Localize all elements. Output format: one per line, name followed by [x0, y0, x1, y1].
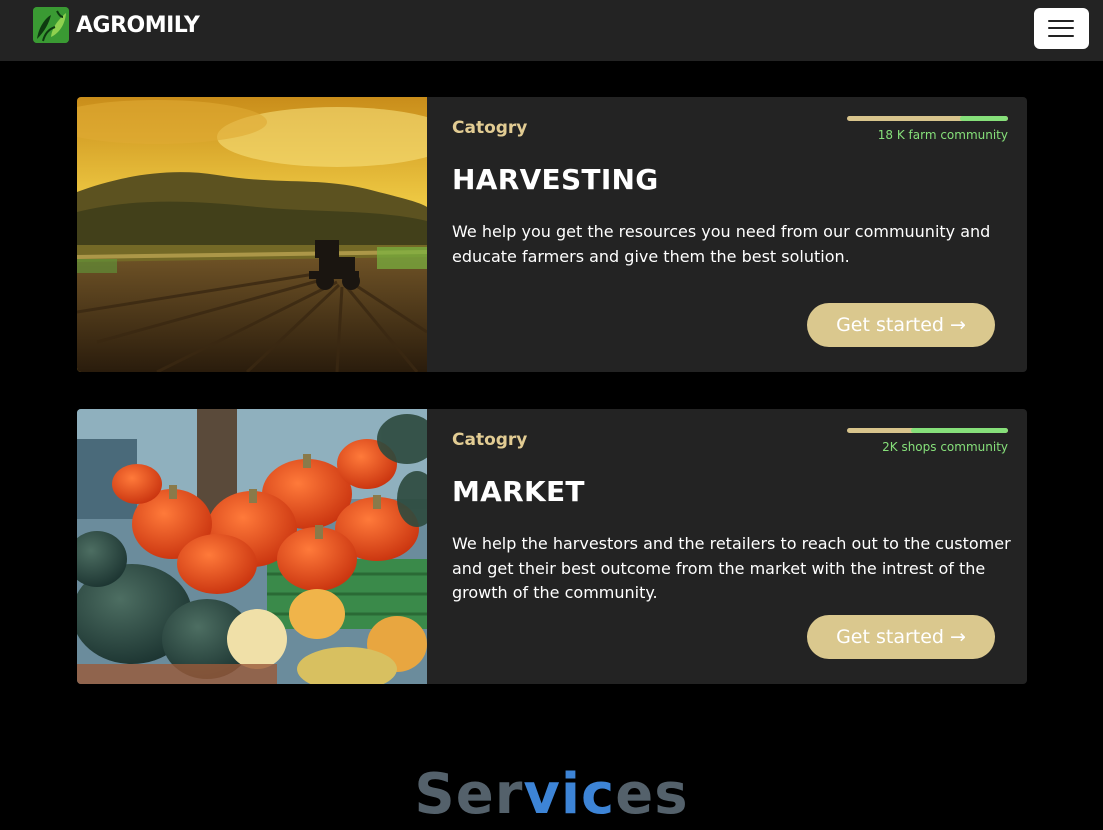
community-progress-fill [959, 116, 1008, 121]
category-card-harvesting: Catogry 18 K farm community HARVESTING W… [77, 97, 1027, 372]
community-count: 18 K farm community [877, 128, 1008, 142]
pumpkin-market-photo [77, 409, 427, 684]
brand[interactable]: AGROMILY [33, 7, 200, 43]
brand-name: AGROMILY [76, 12, 200, 38]
card-body: Catogry 18 K farm community HARVESTING W… [427, 97, 1027, 372]
get-started-button[interactable]: Get started → [807, 303, 995, 347]
hamburger-menu-icon[interactable] [1034, 8, 1089, 49]
services-heading-part: es [615, 762, 689, 827]
services-heading: Services [0, 762, 1103, 827]
category-label: Catogry [452, 430, 528, 450]
card-description: We help you get the resources you need f… [452, 222, 991, 266]
services-heading-part: Ser [414, 762, 524, 827]
card-title: HARVESTING [452, 163, 659, 196]
leaf-logo-icon [33, 7, 69, 43]
community-progress-fill [911, 428, 1008, 433]
card-description: We help the harvestors and the retailers… [452, 534, 1011, 602]
category-card-market: Catogry 2K shops community MARKET We hel… [77, 409, 1027, 684]
tractor-field-photo [77, 97, 427, 372]
services-heading-highlight: vic [523, 762, 616, 827]
community-progress-bar [847, 428, 1008, 433]
community-progress-bar [847, 116, 1008, 121]
get-started-button[interactable]: Get started → [807, 615, 995, 659]
card-title: MARKET [452, 475, 585, 508]
category-label: Catogry [452, 118, 528, 138]
navbar: AGROMILY [0, 0, 1103, 61]
community-count: 2K shops community [882, 440, 1008, 454]
card-body: Catogry 2K shops community MARKET We hel… [427, 409, 1027, 684]
